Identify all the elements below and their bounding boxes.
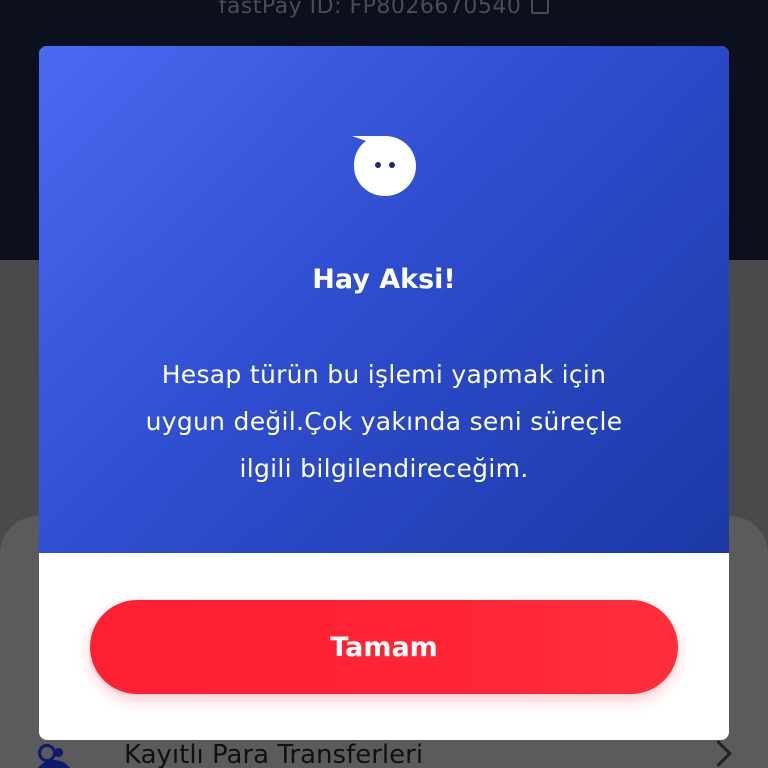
dialog-title: Hay Aksi!: [312, 264, 456, 295]
dialog-message-line: Hesap türün bu işlemi yapmak için: [161, 360, 607, 389]
dialog-header-panel: Hay Aksi! Hesap türün bu işlemi yapmak i…: [39, 46, 729, 553]
app-screen: fastPay ID: FP8026670540 Kayıtlı Para Tr…: [0, 0, 768, 768]
dialog-message: Hesap türün bu işlemi yapmak için uygun …: [79, 351, 689, 492]
chat-bubble-face-icon: [352, 136, 416, 196]
dialog-message-line: ilgili bilgilendireceğim.: [239, 454, 529, 483]
error-dialog: Hay Aksi! Hesap türün bu işlemi yapmak i…: [39, 46, 729, 740]
dialog-message-line: uygun değil.Çok yakında seni süreçle: [145, 407, 623, 436]
ok-button[interactable]: Tamam: [90, 600, 678, 694]
